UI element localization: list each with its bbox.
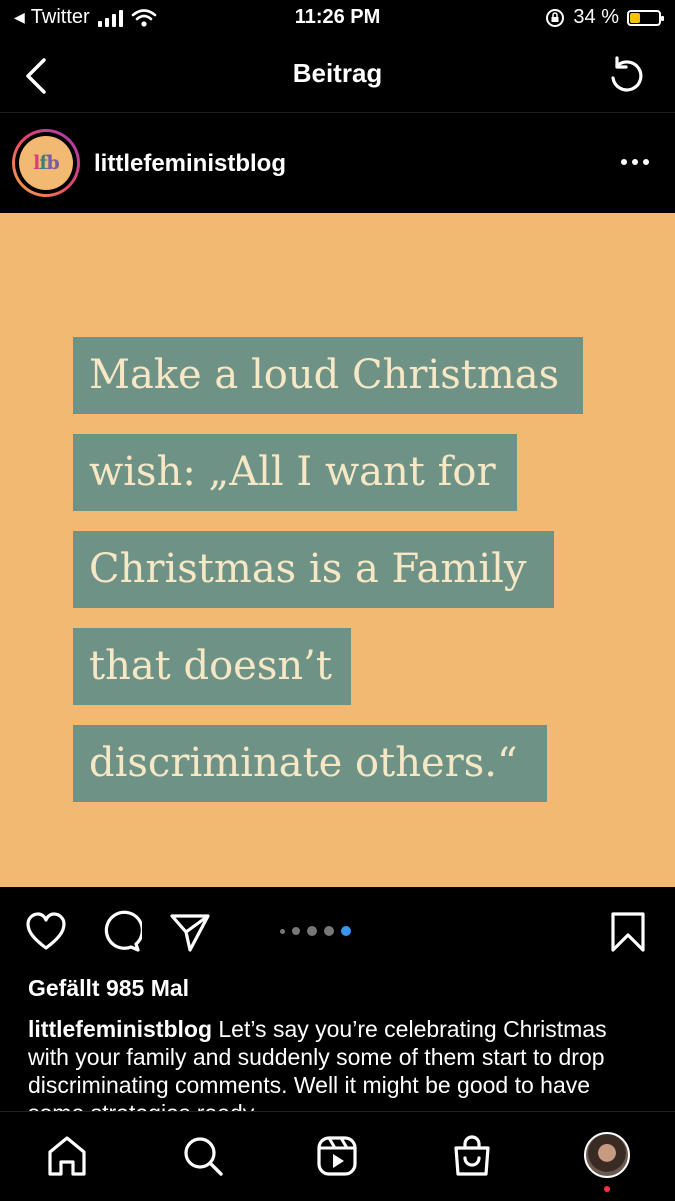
- post-caption[interactable]: littlefeministblog Let’s say you’re cele…: [28, 1015, 648, 1111]
- avatar-logo: lfb: [19, 136, 73, 190]
- battery-percent: 34 %: [573, 6, 619, 28]
- post-actions: [0, 888, 675, 978]
- avatar[interactable]: lfb: [12, 129, 80, 197]
- home-icon[interactable]: [45, 1134, 89, 1178]
- caption-username[interactable]: littlefeministblog: [28, 1016, 212, 1042]
- notification-dot: [604, 1186, 610, 1192]
- heart-icon[interactable]: [24, 910, 68, 954]
- post-image[interactable]: Make a loud Christmas wish: „All I want …: [0, 213, 675, 887]
- battery-icon: [627, 9, 664, 26]
- quote-line: Make a loud Christmas: [73, 337, 583, 414]
- comment-icon[interactable]: [98, 910, 142, 954]
- quote-line: wish: „All I want for: [73, 434, 517, 511]
- status-bar: ◀ Twitter 11:26 PM 34 %: [0, 0, 675, 40]
- quote-line: that doesn’t: [73, 628, 351, 705]
- status-right: 34 %: [545, 6, 664, 29]
- more-icon[interactable]: [621, 159, 649, 167]
- tab-bar: [0, 1111, 675, 1201]
- page-title: Beitrag: [292, 58, 383, 88]
- reels-icon[interactable]: [315, 1134, 359, 1178]
- share-icon[interactable]: [168, 910, 212, 954]
- post-username[interactable]: littlefeministblog: [94, 150, 286, 178]
- rotation-lock-icon: [546, 8, 565, 27]
- like-count[interactable]: Gefällt 985 Mal: [28, 975, 189, 1002]
- nav-bar: Beitrag: [0, 40, 675, 113]
- quote-line: Christmas is a Family: [73, 531, 554, 608]
- profile-avatar-tab[interactable]: [584, 1132, 630, 1178]
- quote-line: discriminate others.“: [73, 725, 547, 802]
- search-icon[interactable]: [181, 1134, 225, 1178]
- shop-icon[interactable]: [450, 1134, 494, 1178]
- bookmark-icon[interactable]: [606, 910, 650, 954]
- refresh-icon[interactable]: [605, 54, 649, 98]
- carousel-indicator: [280, 926, 351, 936]
- post-header: lfb littlefeministblog: [0, 113, 675, 213]
